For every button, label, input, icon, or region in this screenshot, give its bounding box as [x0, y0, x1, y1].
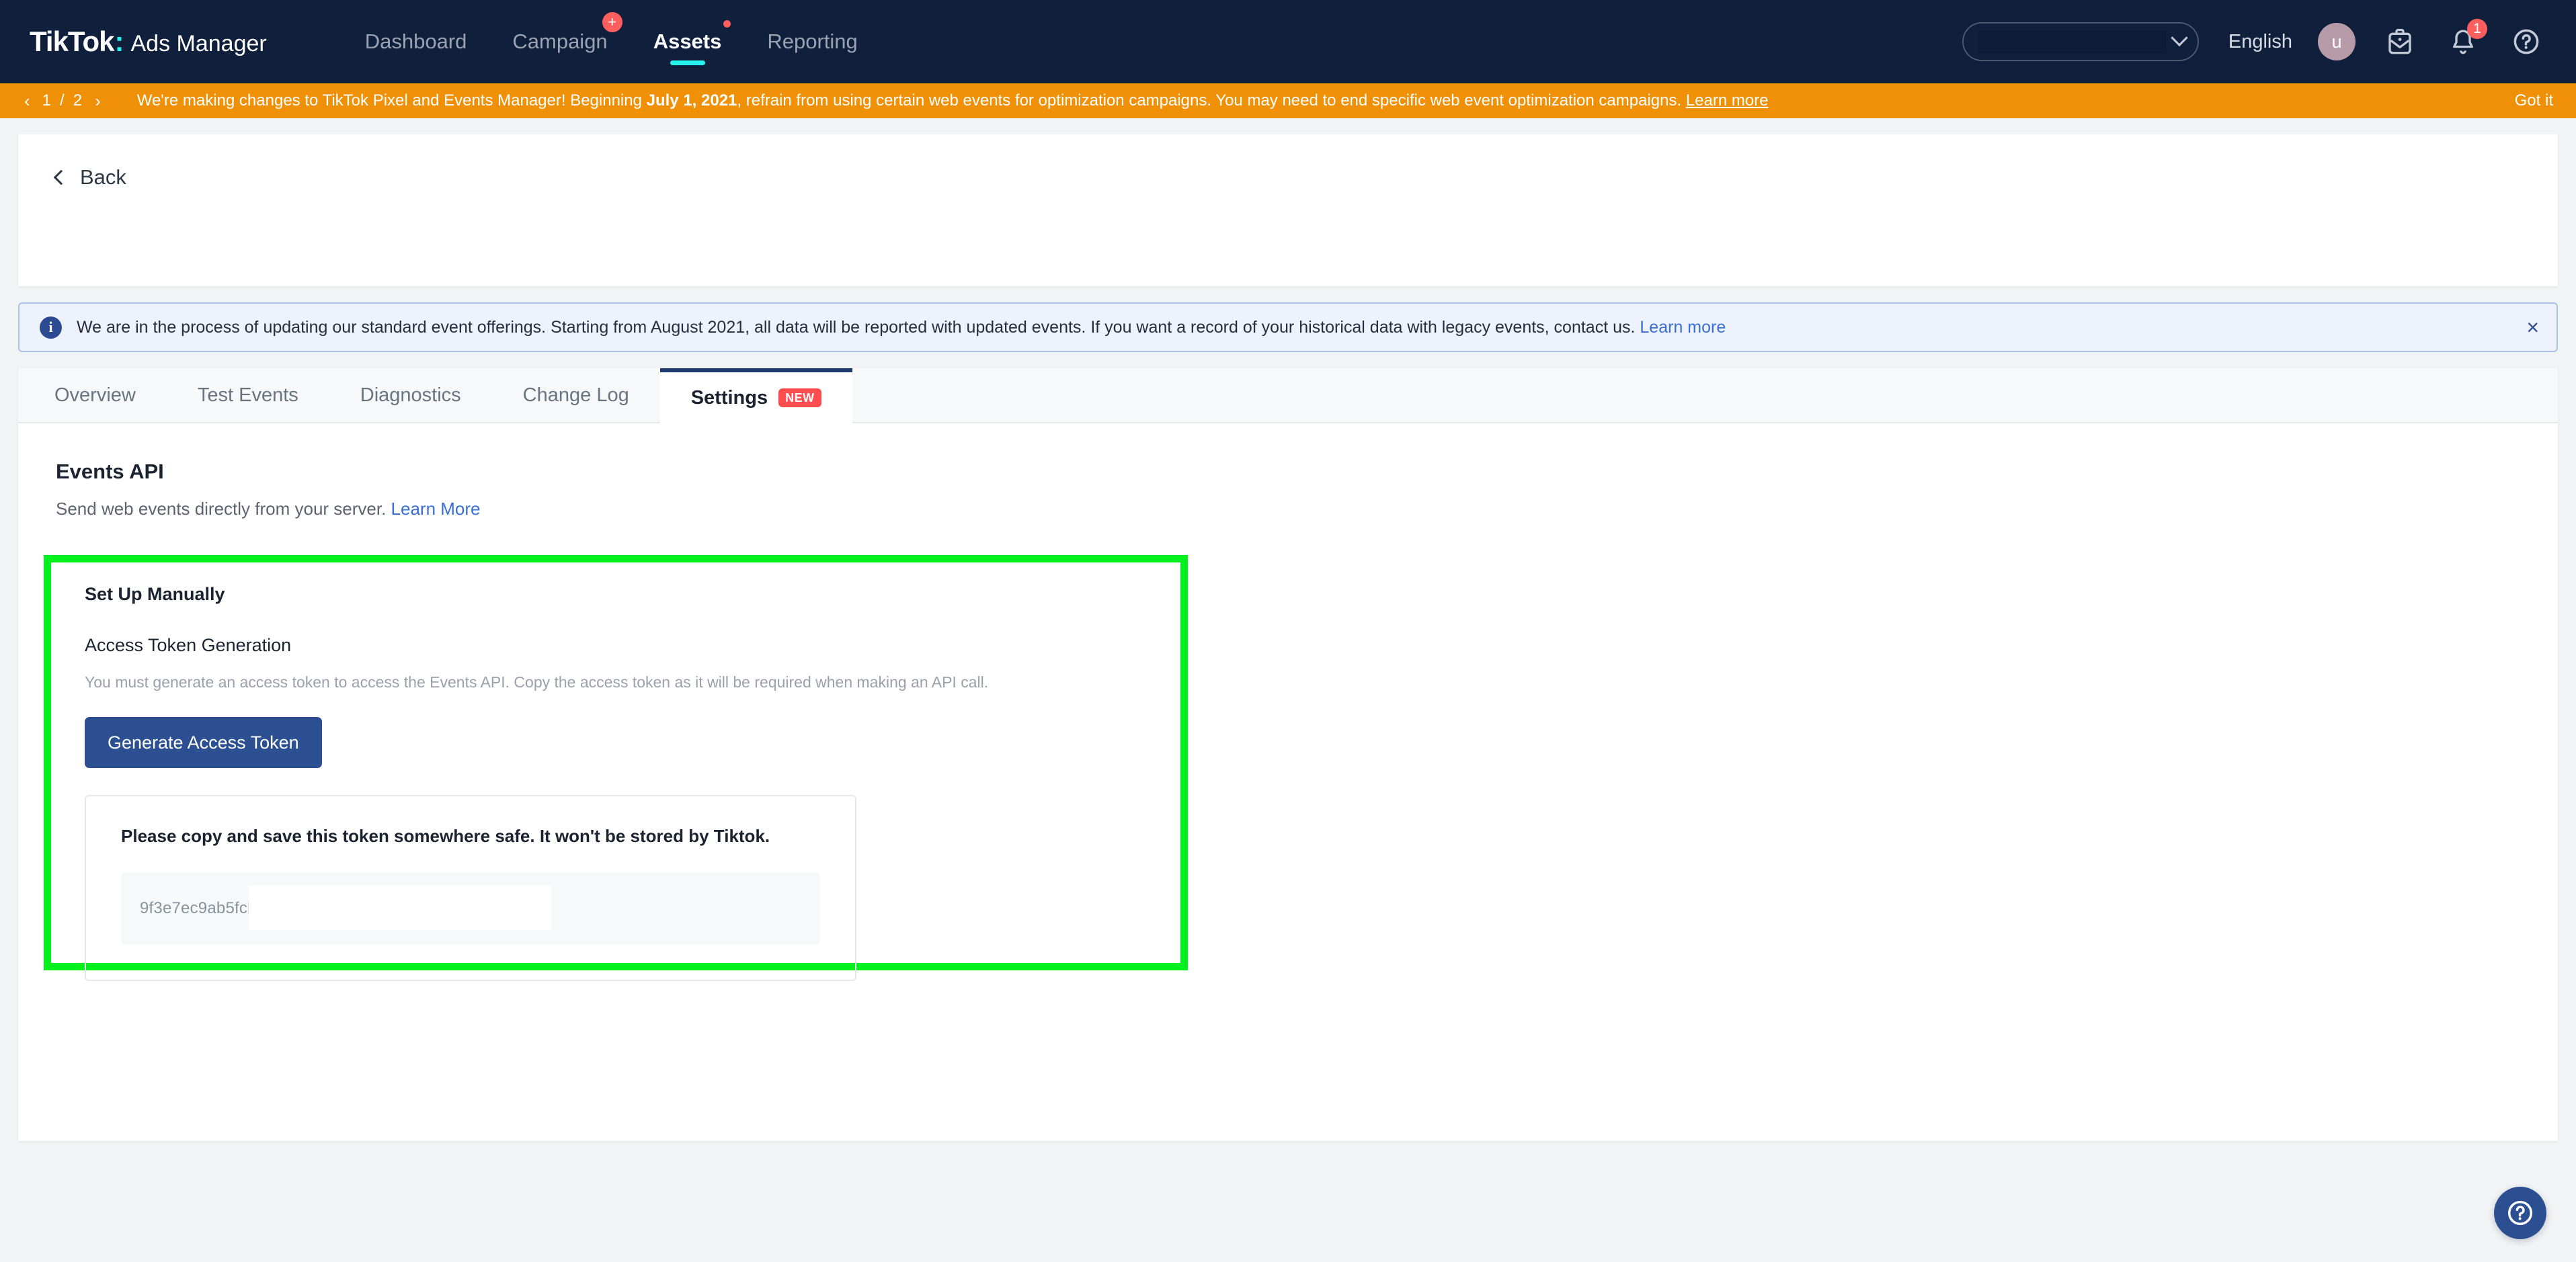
main-nav-items: Dashboard Campaign + Assets Reporting [342, 0, 881, 83]
settings-content-card: Overview Test Events Diagnostics Change … [18, 368, 2558, 1141]
banner-message-after: , refrain from using certain web events … [737, 91, 1686, 110]
token-result-panel: Please copy and save this token somewher… [85, 795, 856, 981]
banner-prev-arrow-icon[interactable]: ‹ [16, 92, 38, 110]
avatar-initial: u [2331, 31, 2342, 52]
events-api-learn-more-link[interactable]: Learn More [391, 499, 481, 519]
access-token-value: 9f3e7ec9ab5fcb8 [140, 899, 266, 917]
tab-diagnostics[interactable]: Diagnostics [329, 368, 492, 422]
events-api-title: Events API [56, 460, 164, 483]
nav-item-assets[interactable]: Assets [631, 0, 745, 83]
banner-next-arrow-icon[interactable]: › [87, 92, 109, 110]
top-navigation-bar: TikTok : Ads Manager Dashboard Campaign … [0, 0, 2576, 83]
events-api-section: Events API Send web events directly from… [18, 423, 2558, 519]
access-token-generation-description: You must generate an access token to acc… [85, 673, 989, 691]
tab-change-log[interactable]: Change Log [492, 368, 660, 422]
help-floating-button[interactable] [2494, 1187, 2546, 1239]
tab-label: Settings [690, 386, 768, 409]
nav-item-label: Dashboard [364, 30, 467, 53]
chevron-down-icon [2171, 29, 2188, 47]
banner-got-it-button[interactable]: Got it [2515, 91, 2553, 110]
back-button[interactable]: Back [18, 134, 126, 190]
briefcase-icon[interactable] [2381, 23, 2419, 60]
access-token-generation-title: Access Token Generation [85, 635, 292, 655]
tab-label: Test Events [197, 384, 298, 406]
brand-subtitle: Ads Manager [130, 31, 267, 56]
set-up-manually-title: Set Up Manually [85, 584, 225, 604]
banner-page-separator: / [60, 91, 65, 110]
token-save-note: Please copy and save this token somewher… [121, 826, 770, 846]
banner-learn-more-link[interactable]: Learn more [1686, 91, 1769, 110]
help-circle-icon [2507, 1200, 2533, 1226]
avatar[interactable]: u [2318, 23, 2356, 60]
info-banner-learn-more-link[interactable]: Learn more [1640, 318, 1726, 337]
nav-item-label: Assets [653, 30, 722, 53]
brand-name: TikTok [30, 26, 114, 57]
tab-settings[interactable]: Settings NEW [659, 368, 852, 423]
access-token-redaction-overlay [249, 886, 551, 930]
tab-label: Overview [54, 384, 136, 406]
top-nav-right-group: English u 1 [1962, 19, 2545, 61]
new-badge: NEW [778, 388, 821, 408]
events-api-description-text: Send web events directly from your serve… [56, 499, 391, 519]
nav-item-label: Reporting [767, 30, 858, 53]
tab-overview[interactable]: Overview [18, 368, 167, 422]
tab-test-events[interactable]: Test Events [167, 368, 329, 422]
nav-item-label: Campaign [512, 30, 608, 53]
language-selector[interactable]: English [2228, 31, 2292, 53]
info-banner-text: We are in the process of updating our st… [77, 317, 1640, 337]
brand-logo[interactable]: TikTok : Ads Manager [30, 26, 267, 58]
info-banner-message: We are in the process of updating our st… [77, 318, 1726, 337]
chevron-left-icon [53, 169, 69, 185]
info-banner: i We are in the process of updating our … [18, 302, 2558, 352]
events-api-description: Send web events directly from your serve… [56, 499, 2520, 519]
set-up-manually-highlight: Set Up Manually Access Token Generation … [44, 555, 1188, 981]
banner-page-current: 1 [42, 91, 52, 110]
nav-item-reporting[interactable]: Reporting [744, 0, 880, 83]
banner-message-date: July 1, 2021 [646, 91, 737, 110]
campaign-create-plus-icon[interactable]: + [602, 12, 622, 32]
nav-item-campaign[interactable]: Campaign + [489, 0, 630, 83]
tab-bar: Overview Test Events Diagnostics Change … [18, 368, 2558, 423]
help-circle-icon[interactable] [2507, 23, 2545, 60]
page-scrollbar[interactable] [2565, 134, 2576, 1262]
notification-count-badge: 1 [2467, 19, 2487, 39]
announcement-banner: ‹ 1 / 2 › We're making changes to TikTok… [0, 83, 2576, 118]
banner-message-before: We're making changes to TikTok Pixel and… [136, 91, 647, 110]
brand-colon: : [114, 26, 124, 57]
account-selector-value [1978, 30, 2167, 53]
access-token-field[interactable]: 9f3e7ec9ab5fcb8 [121, 872, 820, 945]
pixel-header-card: Back Creation Time : 2022-01-03 19:29:39… [18, 134, 2558, 449]
nav-item-dashboard[interactable]: Dashboard [342, 0, 490, 83]
banner-page-total: 2 [73, 91, 83, 110]
assets-notification-dot-icon [723, 20, 731, 28]
page-body: Back Creation Time : 2022-01-03 19:29:39… [0, 134, 2576, 1262]
account-selector[interactable] [1962, 22, 2199, 61]
bell-icon[interactable]: 1 [2444, 19, 2487, 60]
generate-access-token-button[interactable]: Generate Access Token [85, 717, 322, 768]
info-circle-icon: i [40, 316, 62, 339]
close-icon[interactable]: × [2506, 317, 2539, 338]
banner-message: We're making changes to TikTok Pixel and… [137, 91, 1769, 110]
back-button-label: Back [80, 165, 126, 189]
tab-label: Change Log [522, 384, 629, 406]
set-up-manually-panel: Set Up Manually Access Token Generation … [51, 562, 1180, 981]
tab-label: Diagnostics [360, 384, 461, 406]
